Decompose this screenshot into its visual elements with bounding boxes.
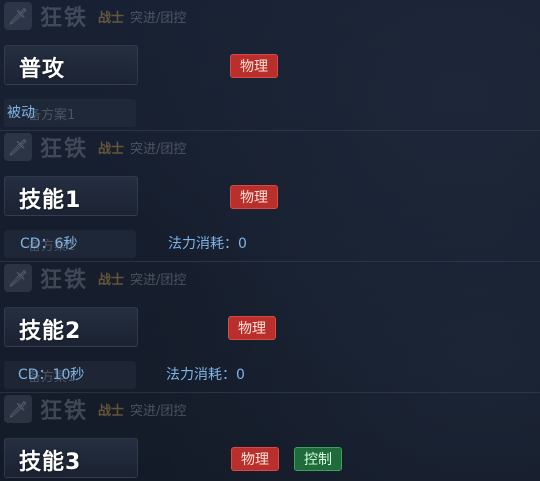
- hero-class: 战士: [98, 141, 125, 157]
- skill-section-1: 🗡 狂铁 战士 突进/团控 技能1 物理 备方案1 CD：6秒 法力消耗：0: [0, 131, 540, 262]
- sword-icon: 🗡: [4, 264, 32, 292]
- cooldown-text: CD：6秒: [20, 236, 78, 252]
- hero-role: 突进/团控: [130, 10, 187, 26]
- hero-header: 🗡 狂铁 战士 突进/团控: [0, 0, 186, 32]
- skill-title: 技能3: [19, 450, 82, 475]
- physical-tag: 物理: [230, 185, 278, 209]
- hero-name: 狂铁: [40, 6, 89, 31]
- skill-title: 普攻: [19, 57, 66, 82]
- mana-cost-text: 法力消耗：0: [168, 236, 247, 252]
- physical-tag: 物理: [230, 54, 278, 78]
- hero-name: 狂铁: [40, 137, 89, 162]
- passive-label: 被动: [7, 105, 35, 121]
- skill-title: 技能1: [19, 188, 82, 213]
- physical-tag: 物理: [231, 447, 279, 471]
- skill-section-basic-attack: 🗡 狂铁 战士 突进/团控 普攻 物理 备方案1 被动: [0, 0, 540, 131]
- cooldown-text: CD：10秒: [18, 367, 85, 383]
- sword-icon: 🗡: [4, 133, 32, 161]
- hero-role: 突进/团控: [130, 403, 187, 419]
- hero-header: 🗡 狂铁 战士 突进/团控: [0, 393, 186, 425]
- plan-label: 备方案1: [28, 108, 76, 123]
- sword-icon: 🗡: [4, 2, 32, 30]
- mana-cost-text: 法力消耗：0: [166, 367, 245, 383]
- control-tag: 控制: [294, 447, 342, 471]
- skill-section-3: 🗡 狂铁 战士 突进/团控 技能3 物理 控制: [0, 393, 540, 481]
- hero-class: 战士: [98, 403, 125, 419]
- hero-name: 狂铁: [40, 268, 89, 293]
- skill-title: 技能2: [19, 319, 82, 344]
- physical-tag: 物理: [228, 316, 276, 340]
- hero-class: 战士: [98, 272, 125, 288]
- hero-role: 突进/团控: [130, 141, 187, 157]
- hero-header: 🗡 狂铁 战士 突进/团控: [0, 131, 186, 163]
- hero-role: 突进/团控: [130, 272, 187, 288]
- hero-header: 🗡 狂铁 战士 突进/团控: [0, 262, 186, 294]
- hero-name: 狂铁: [40, 399, 89, 424]
- sword-icon: 🗡: [4, 395, 32, 423]
- hero-class: 战士: [98, 10, 125, 26]
- skill-section-2: 🗡 狂铁 战士 突进/团控 技能2 物理 备方案1 CD：10秒 法力消耗：0: [0, 262, 540, 393]
